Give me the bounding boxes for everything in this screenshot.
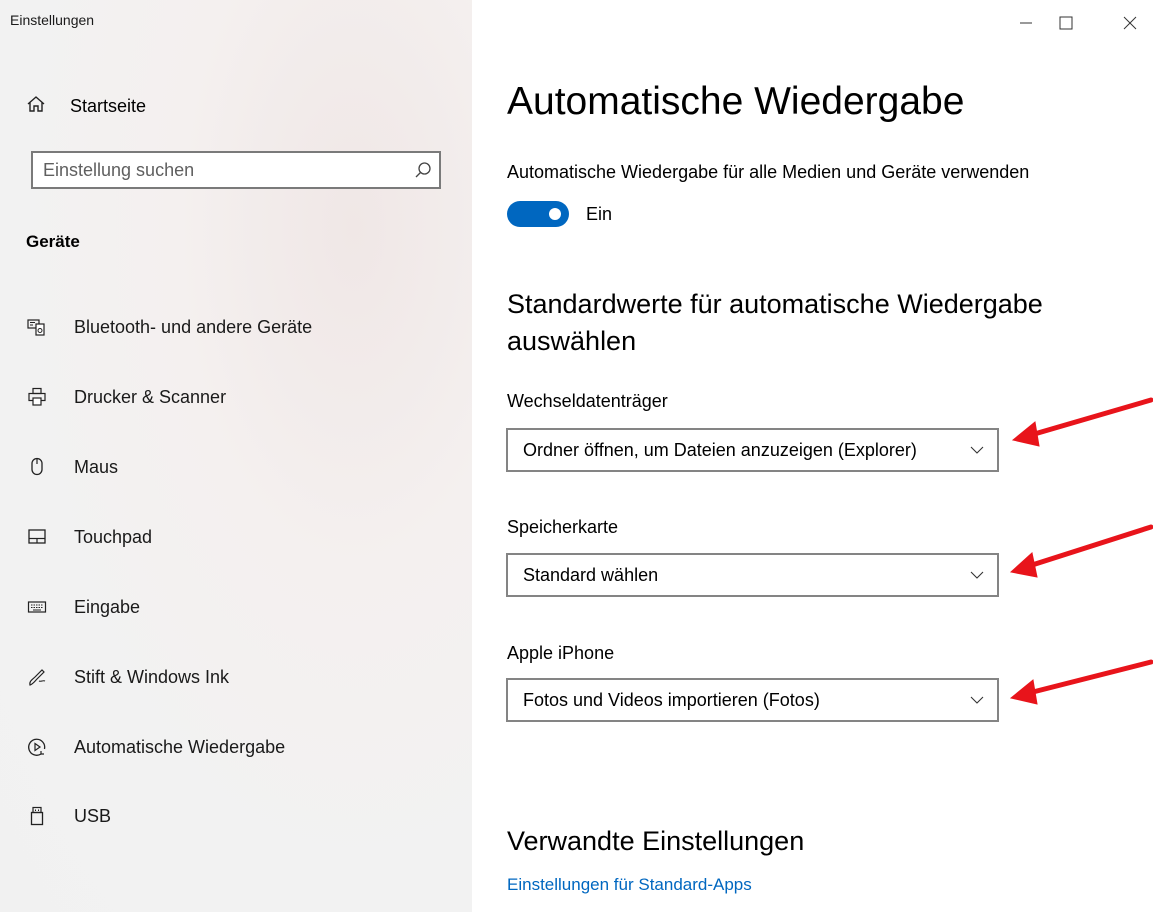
defaults-heading-line2: auswählen xyxy=(507,326,637,356)
sidebar-item-label: Eingabe xyxy=(74,596,141,617)
maximize-button[interactable] xyxy=(1046,8,1086,38)
sidebar-item-pen[interactable]: Stift & Windows Ink xyxy=(26,662,229,692)
mouse-icon xyxy=(26,456,48,478)
sidebar-item-label: Stift & Windows Ink xyxy=(74,666,230,687)
defaults-heading: Standardwerte für automatische Wiedergab… xyxy=(507,286,1107,360)
dropdown-value: Standard wählen xyxy=(523,564,659,585)
sidebar-item-home[interactable]: Startseite xyxy=(26,92,146,120)
removable-drive-dropdown[interactable]: Ordner öffnen, um Dateien anzuzeigen (Ex… xyxy=(506,428,999,472)
removable-drive-label: Wechseldatenträger xyxy=(507,391,668,411)
dropdown-value: Fotos und Videos importieren (Fotos) xyxy=(523,689,820,710)
sidebar-item-label: Maus xyxy=(74,456,119,477)
sidebar-item-mouse[interactable]: Maus xyxy=(26,452,118,482)
autoplay-toggle-caption: Automatische Wiedergabe für alle Medien … xyxy=(507,162,1030,182)
sidebar-item-printers[interactable]: Drucker & Scanner xyxy=(26,382,226,412)
maximize-icon xyxy=(1059,16,1073,30)
related-settings-title: Verwandte Einstellungen xyxy=(507,826,805,856)
search-box xyxy=(31,151,441,189)
home-icon xyxy=(26,94,46,119)
sidebar: Einstellungen Startseite Geräte Bluetoot… xyxy=(0,0,472,912)
search-icon[interactable] xyxy=(407,161,439,179)
sidebar-item-label: Startseite xyxy=(70,95,147,116)
chevron-down-icon xyxy=(957,446,997,454)
annotation-arrows xyxy=(1009,397,1153,705)
dropdown-value: Ordner öffnen, um Dateien anzuzeigen (Ex… xyxy=(523,439,917,460)
pen-icon xyxy=(26,666,48,688)
sidebar-item-usb[interactable]: USB xyxy=(26,801,111,831)
autoplay-icon xyxy=(26,736,48,758)
autoplay-toggle[interactable] xyxy=(507,201,569,227)
sidebar-item-touchpad[interactable]: Touchpad xyxy=(26,522,152,552)
window-title: Einstellungen xyxy=(10,12,95,28)
minimize-icon xyxy=(1020,22,1032,24)
printer-icon xyxy=(26,386,48,408)
toggle-state-label: Ein xyxy=(586,204,613,224)
section-title: Geräte xyxy=(26,232,80,251)
search-input[interactable] xyxy=(33,152,407,188)
defaults-heading-line1: Standardwerte für automatische Wiedergab… xyxy=(507,289,1043,319)
touchpad-icon xyxy=(26,526,48,548)
sidebar-item-label: Bluetooth- und andere Geräte xyxy=(74,316,313,337)
sidebar-item-label: USB xyxy=(74,805,112,826)
minimize-button[interactable] xyxy=(1006,8,1046,38)
memory-card-dropdown[interactable]: Standard wählen xyxy=(506,553,999,597)
apple-iphone-label: Apple iPhone xyxy=(507,643,615,663)
sidebar-item-bluetooth[interactable]: Bluetooth- und andere Geräte xyxy=(26,312,312,342)
sidebar-item-label: Automatische Wiedergabe xyxy=(74,736,286,757)
usb-icon xyxy=(26,805,48,827)
toggle-knob xyxy=(549,208,561,220)
sidebar-item-label: Drucker & Scanner xyxy=(74,386,227,407)
memory-card-label: Speicherkarte xyxy=(507,517,619,537)
keyboard-icon xyxy=(26,596,48,618)
close-icon xyxy=(1123,16,1137,30)
close-button[interactable] xyxy=(1110,8,1150,38)
chevron-down-icon xyxy=(957,571,997,579)
chevron-down-icon xyxy=(957,696,997,704)
apple-iphone-dropdown[interactable]: Fotos und Videos importieren (Fotos) xyxy=(506,678,999,722)
page-title: Automatische Wiedergabe xyxy=(507,80,965,123)
sidebar-item-typing[interactable]: Eingabe xyxy=(26,592,140,622)
bluetooth-devices-icon xyxy=(26,316,48,338)
sidebar-item-label: Touchpad xyxy=(74,526,153,547)
sidebar-item-autoplay[interactable]: Automatische Wiedergabe xyxy=(26,732,285,762)
default-apps-link[interactable]: Einstellungen für Standard-Apps xyxy=(507,875,752,895)
